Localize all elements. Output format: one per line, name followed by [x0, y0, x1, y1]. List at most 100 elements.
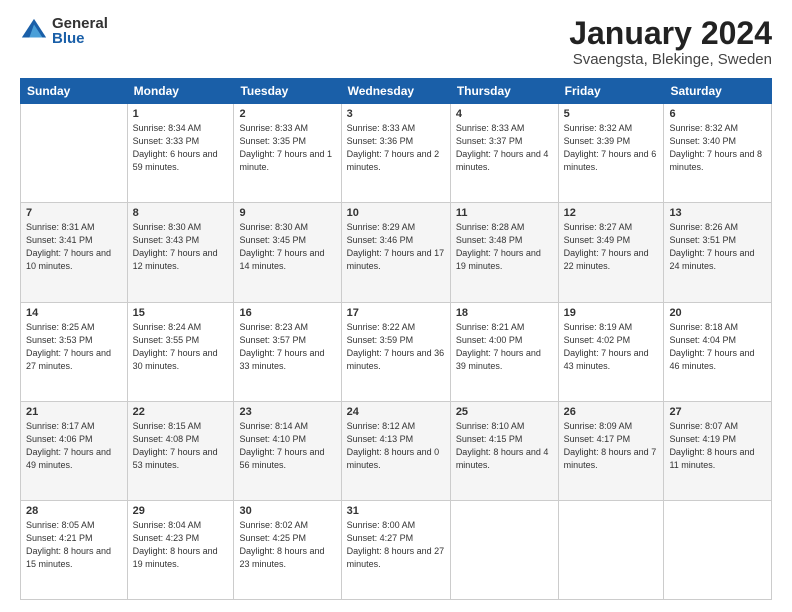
day-number: 23	[239, 406, 335, 418]
day-info: Sunrise: 8:33 AMSunset: 3:36 PMDaylight:…	[347, 122, 445, 174]
calendar-table: SundayMondayTuesdayWednesdayThursdayFrid…	[20, 78, 772, 600]
day-number: 19	[564, 307, 659, 319]
weekday-header-thursday: Thursday	[450, 79, 558, 104]
day-number: 16	[239, 307, 335, 319]
day-info: Sunrise: 8:27 AMSunset: 3:49 PMDaylight:…	[564, 221, 659, 273]
day-cell: 22 Sunrise: 8:15 AMSunset: 4:08 PMDayligh…	[127, 401, 234, 500]
day-cell	[21, 104, 128, 203]
day-cell: 13 Sunrise: 8:26 AMSunset: 3:51 PMDayligh…	[664, 203, 772, 302]
day-cell: 20Sunrise: 8:18 AMSunset: 4:04 PMDayligh…	[664, 302, 772, 401]
day-info: Sunrise: 8:14 AMSunset: 4:10 PMDaylight:…	[239, 420, 335, 472]
day-info: Sunrise: 8:24 AMSunset: 3:55 PMDaylight:…	[133, 321, 229, 373]
day-info: Sunrise: 8:29 AMSunset: 3:46 PMDaylight:…	[347, 221, 445, 273]
day-info: Sunrise: 8:28 AMSunset: 3:48 PMDaylight:…	[456, 221, 553, 273]
day-number: 10	[347, 207, 445, 219]
header: General Blue January 2024 Svaengsta, Ble…	[20, 16, 772, 68]
month-title: January 2024	[569, 16, 772, 51]
day-info: Sunrise: 8:33 AMSunset: 3:35 PMDaylight:…	[239, 122, 335, 174]
day-number: 30	[239, 505, 335, 517]
day-cell	[558, 500, 664, 599]
day-cell: 29 Sunrise: 8:04 AMSunset: 4:23 PMDayligh…	[127, 500, 234, 599]
day-cell: 9Sunrise: 8:30 AMSunset: 3:45 PMDaylight…	[234, 203, 341, 302]
day-info: Sunrise: 8:19 AMSunset: 4:02 PMDaylight:…	[564, 321, 659, 373]
day-number: 17	[347, 307, 445, 319]
day-cell: 6 Sunrise: 8:32 AMSunset: 3:40 PMDaylight…	[664, 104, 772, 203]
day-info: Sunrise: 8:17 AMSunset: 4:06 PMDaylight:…	[26, 420, 122, 472]
week-row-4: 21Sunrise: 8:17 AMSunset: 4:06 PMDayligh…	[21, 401, 772, 500]
day-info: Sunrise: 8:33 AMSunset: 3:37 PMDaylight:…	[456, 122, 553, 174]
day-number: 5	[564, 108, 659, 120]
day-cell: 5Sunrise: 8:32 AMSunset: 3:39 PMDaylight…	[558, 104, 664, 203]
day-number: 29	[133, 505, 229, 517]
logo-blue: Blue	[52, 31, 108, 46]
day-info: Sunrise: 8:23 AMSunset: 3:57 PMDaylight:…	[239, 321, 335, 373]
day-number: 25	[456, 406, 553, 418]
day-number: 22	[133, 406, 229, 418]
day-info: Sunrise: 8:34 AMSunset: 3:33 PMDaylight:…	[133, 122, 229, 174]
day-info: Sunrise: 8:02 AMSunset: 4:25 PMDaylight:…	[239, 519, 335, 571]
day-cell: 28Sunrise: 8:05 AMSunset: 4:21 PMDayligh…	[21, 500, 128, 599]
day-info: Sunrise: 8:32 AMSunset: 3:40 PMDaylight:…	[669, 122, 766, 174]
logo-general: General	[52, 16, 108, 31]
day-number: 31	[347, 505, 445, 517]
weekday-header-monday: Monday	[127, 79, 234, 104]
day-cell	[664, 500, 772, 599]
week-row-5: 28Sunrise: 8:05 AMSunset: 4:21 PMDayligh…	[21, 500, 772, 599]
weekday-header-saturday: Saturday	[664, 79, 772, 104]
weekday-header-wednesday: Wednesday	[341, 79, 450, 104]
day-cell: 1 Sunrise: 8:34 AMSunset: 3:33 PMDaylight…	[127, 104, 234, 203]
day-info: Sunrise: 8:18 AMSunset: 4:04 PMDaylight:…	[669, 321, 766, 373]
day-number: 18	[456, 307, 553, 319]
day-info: Sunrise: 8:21 AMSunset: 4:00 PMDaylight:…	[456, 321, 553, 373]
day-info: Sunrise: 8:12 AMSunset: 4:13 PMDaylight:…	[347, 420, 445, 472]
day-number: 4	[456, 108, 553, 120]
day-cell: 10 Sunrise: 8:29 AMSunset: 3:46 PMDayligh…	[341, 203, 450, 302]
day-number: 2	[239, 108, 335, 120]
day-cell: 30 Sunrise: 8:02 AMSunset: 4:25 PMDayligh…	[234, 500, 341, 599]
day-cell: 11Sunrise: 8:28 AMSunset: 3:48 PMDayligh…	[450, 203, 558, 302]
day-cell: 23 Sunrise: 8:14 AMSunset: 4:10 PMDayligh…	[234, 401, 341, 500]
day-cell: 26Sunrise: 8:09 AMSunset: 4:17 PMDayligh…	[558, 401, 664, 500]
week-row-1: 1 Sunrise: 8:34 AMSunset: 3:33 PMDaylight…	[21, 104, 772, 203]
day-cell: 19 Sunrise: 8:19 AMSunset: 4:02 PMDayligh…	[558, 302, 664, 401]
title-block: January 2024 Svaengsta, Blekinge, Sweden	[569, 16, 772, 68]
logo-text: General Blue	[52, 16, 108, 46]
day-info: Sunrise: 8:26 AMSunset: 3:51 PMDaylight:…	[669, 221, 766, 273]
day-number: 15	[133, 307, 229, 319]
day-cell: 14Sunrise: 8:25 AMSunset: 3:53 PMDayligh…	[21, 302, 128, 401]
day-info: Sunrise: 8:10 AMSunset: 4:15 PMDaylight:…	[456, 420, 553, 472]
day-cell: 18 Sunrise: 8:21 AMSunset: 4:00 PMDayligh…	[450, 302, 558, 401]
day-cell: 16 Sunrise: 8:23 AMSunset: 3:57 PMDayligh…	[234, 302, 341, 401]
week-row-3: 14Sunrise: 8:25 AMSunset: 3:53 PMDayligh…	[21, 302, 772, 401]
day-cell: 21Sunrise: 8:17 AMSunset: 4:06 PMDayligh…	[21, 401, 128, 500]
day-cell: 17 Sunrise: 8:22 AMSunset: 3:59 PMDayligh…	[341, 302, 450, 401]
day-cell: 31 Sunrise: 8:00 AMSunset: 4:27 PMDayligh…	[341, 500, 450, 599]
day-cell	[450, 500, 558, 599]
day-info: Sunrise: 8:04 AMSunset: 4:23 PMDaylight:…	[133, 519, 229, 571]
day-cell: 25 Sunrise: 8:10 AMSunset: 4:15 PMDayligh…	[450, 401, 558, 500]
day-number: 1	[133, 108, 229, 120]
location: Svaengsta, Blekinge, Sweden	[569, 51, 772, 68]
day-number: 12	[564, 207, 659, 219]
day-cell: 3 Sunrise: 8:33 AMSunset: 3:36 PMDaylight…	[341, 104, 450, 203]
day-number: 28	[26, 505, 122, 517]
day-cell: 24 Sunrise: 8:12 AMSunset: 4:13 PMDayligh…	[341, 401, 450, 500]
day-number: 13	[669, 207, 766, 219]
day-cell: 27Sunrise: 8:07 AMSunset: 4:19 PMDayligh…	[664, 401, 772, 500]
day-number: 6	[669, 108, 766, 120]
day-info: Sunrise: 8:22 AMSunset: 3:59 PMDaylight:…	[347, 321, 445, 373]
day-cell: 2 Sunrise: 8:33 AMSunset: 3:35 PMDaylight…	[234, 104, 341, 203]
day-cell: 7Sunrise: 8:31 AMSunset: 3:41 PMDaylight…	[21, 203, 128, 302]
weekday-header-sunday: Sunday	[21, 79, 128, 104]
day-info: Sunrise: 8:15 AMSunset: 4:08 PMDaylight:…	[133, 420, 229, 472]
day-number: 14	[26, 307, 122, 319]
day-number: 3	[347, 108, 445, 120]
weekday-header-row: SundayMondayTuesdayWednesdayThursdayFrid…	[21, 79, 772, 104]
day-info: Sunrise: 8:00 AMSunset: 4:27 PMDaylight:…	[347, 519, 445, 571]
day-info: Sunrise: 8:31 AMSunset: 3:41 PMDaylight:…	[26, 221, 122, 273]
logo-icon	[20, 17, 48, 45]
day-cell: 8Sunrise: 8:30 AMSunset: 3:43 PMDaylight…	[127, 203, 234, 302]
day-cell: 15 Sunrise: 8:24 AMSunset: 3:55 PMDayligh…	[127, 302, 234, 401]
day-cell: 12 Sunrise: 8:27 AMSunset: 3:49 PMDayligh…	[558, 203, 664, 302]
day-number: 24	[347, 406, 445, 418]
